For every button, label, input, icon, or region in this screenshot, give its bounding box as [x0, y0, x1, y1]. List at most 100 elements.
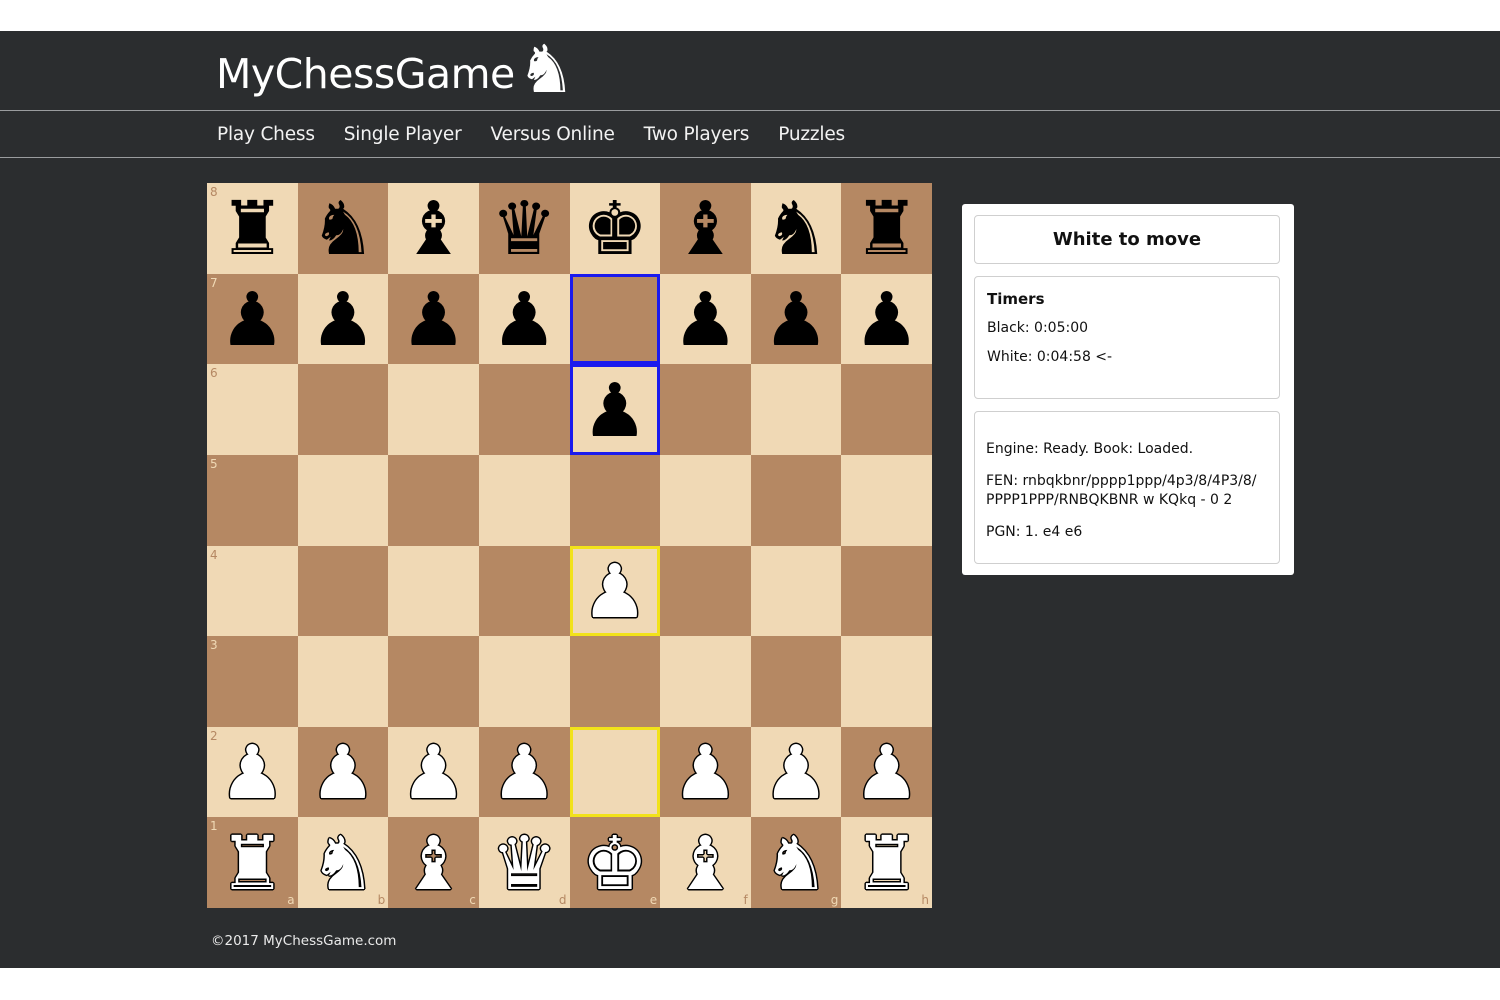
black-pawn-icon[interactable]: ♟ [310, 283, 376, 357]
square-g5[interactable] [750, 454, 842, 546]
square-e6[interactable]: ♟ [569, 364, 661, 455]
black-king-icon[interactable]: ♚ [582, 192, 648, 266]
black-bishop-icon[interactable]: ♝ [400, 192, 466, 266]
white-pawn-icon[interactable]: ♟ [582, 555, 648, 629]
white-bishop-icon[interactable]: ♝ [672, 827, 738, 901]
square-d2[interactable]: ♟ [478, 726, 570, 818]
square-d8[interactable]: ♛ [478, 183, 570, 274]
black-knight-icon[interactable]: ♞ [310, 192, 376, 266]
square-b1[interactable]: b ♞ [297, 817, 389, 908]
square-b8[interactable]: ♞ [297, 183, 389, 274]
square-f3[interactable] [660, 636, 751, 727]
square-f6[interactable] [660, 364, 751, 455]
white-pawn-icon[interactable]: ♟ [310, 736, 376, 810]
white-pawn-icon[interactable]: ♟ [854, 736, 920, 810]
square-b4[interactable] [297, 545, 389, 637]
square-h8[interactable]: ♜ [841, 183, 932, 274]
black-pawn-icon[interactable]: ♟ [582, 374, 648, 448]
square-e3[interactable] [569, 636, 661, 727]
nav-two-players[interactable]: Two Players [644, 124, 750, 145]
white-pawn-icon[interactable]: ♟ [219, 736, 285, 810]
white-queen-icon[interactable]: ♛ [491, 827, 557, 901]
square-f2[interactable]: ♟ [660, 726, 751, 818]
white-knight-icon[interactable]: ♞ [310, 827, 376, 901]
white-bishop-icon[interactable]: ♝ [400, 827, 466, 901]
chess-board[interactable]: 8 ♜ ♞ ♝ ♛ ♚ ♝ ♞ ♜ 7 ♟ ♟ ♟ ♟ ♟ ♟ ♟ 6 ♟ 5 4 ♟ 3 2 ♟ ♟ ♟ ♟ ♟ ♟ ♟ 1 a ♜ b ♞ c ♝ d ♛… [207, 183, 932, 908]
square-a8[interactable]: 8 ♜ [207, 183, 298, 274]
white-pawn-icon[interactable]: ♟ [672, 736, 738, 810]
nav-versus-online[interactable]: Versus Online [491, 124, 615, 145]
square-h3[interactable] [841, 636, 932, 727]
square-b2[interactable]: ♟ [297, 726, 389, 818]
white-king-icon[interactable]: ♚ [582, 827, 648, 901]
square-h2[interactable]: ♟ [841, 726, 932, 818]
nav-puzzles[interactable]: Puzzles [778, 124, 845, 145]
square-g7[interactable]: ♟ [750, 273, 842, 365]
square-a2[interactable]: 2 ♟ [207, 726, 298, 818]
square-h4[interactable] [841, 545, 932, 637]
nav-single-player[interactable]: Single Player [344, 124, 462, 145]
black-rook-icon[interactable]: ♜ [219, 192, 285, 266]
black-pawn-icon[interactable]: ♟ [763, 283, 829, 357]
square-h5[interactable] [841, 454, 932, 546]
square-g2[interactable]: ♟ [750, 726, 842, 818]
square-c6[interactable] [388, 364, 479, 455]
square-d5[interactable] [478, 454, 570, 546]
square-h1[interactable]: h ♜ [841, 817, 932, 908]
black-pawn-icon[interactable]: ♟ [219, 283, 285, 357]
square-e5[interactable] [569, 454, 661, 546]
square-a3[interactable]: 3 [207, 636, 298, 727]
square-h6[interactable] [841, 364, 932, 455]
square-b6[interactable] [297, 364, 389, 455]
square-d7[interactable]: ♟ [478, 273, 570, 365]
square-g8[interactable]: ♞ [750, 183, 842, 274]
square-d4[interactable] [478, 545, 570, 637]
white-rook-icon[interactable]: ♜ [854, 827, 920, 901]
black-knight-icon[interactable]: ♞ [763, 192, 829, 266]
square-c1[interactable]: c ♝ [388, 817, 479, 908]
square-g4[interactable] [750, 545, 842, 637]
black-bishop-icon[interactable]: ♝ [672, 192, 738, 266]
square-c3[interactable] [388, 636, 479, 727]
white-rook-icon[interactable]: ♜ [219, 827, 285, 901]
site-logo[interactable]: MyChessGame ♞ [216, 37, 576, 109]
square-f4[interactable] [660, 545, 751, 637]
square-f7[interactable]: ♟ [660, 273, 751, 365]
square-d3[interactable] [478, 636, 570, 727]
square-a1[interactable]: 1 a ♜ [207, 817, 298, 908]
white-pawn-icon[interactable]: ♟ [763, 736, 829, 810]
square-a4[interactable]: 4 [207, 545, 298, 637]
white-pawn-icon[interactable]: ♟ [400, 736, 466, 810]
square-c2[interactable]: ♟ [388, 726, 479, 818]
square-f8[interactable]: ♝ [660, 183, 751, 274]
black-pawn-icon[interactable]: ♟ [400, 283, 466, 357]
white-pawn-icon[interactable]: ♟ [491, 736, 557, 810]
square-b5[interactable] [297, 454, 389, 546]
square-d6[interactable] [478, 364, 570, 455]
square-e1[interactable]: e ♚ [569, 817, 661, 908]
square-e8[interactable]: ♚ [569, 183, 661, 274]
square-c8[interactable]: ♝ [388, 183, 479, 274]
square-a5[interactable]: 5 [207, 454, 298, 546]
square-b7[interactable]: ♟ [297, 273, 389, 365]
square-f5[interactable] [660, 454, 751, 546]
square-g3[interactable] [750, 636, 842, 727]
square-h7[interactable]: ♟ [841, 273, 932, 365]
square-e2[interactable] [569, 726, 661, 818]
square-e7[interactable] [569, 273, 661, 365]
square-a6[interactable]: 6 [207, 364, 298, 455]
square-b3[interactable] [297, 636, 389, 727]
black-pawn-icon[interactable]: ♟ [491, 283, 557, 357]
square-f1[interactable]: f ♝ [660, 817, 751, 908]
square-e4[interactable]: ♟ [569, 545, 661, 637]
black-rook-icon[interactable]: ♜ [854, 192, 920, 266]
square-g6[interactable] [750, 364, 842, 455]
black-pawn-icon[interactable]: ♟ [854, 283, 920, 357]
black-queen-icon[interactable]: ♛ [491, 192, 557, 266]
black-pawn-icon[interactable]: ♟ [672, 283, 738, 357]
square-c7[interactable]: ♟ [388, 273, 479, 365]
square-g1[interactable]: g ♞ [750, 817, 842, 908]
square-a7[interactable]: 7 ♟ [207, 273, 298, 365]
square-c5[interactable] [388, 454, 479, 546]
square-d1[interactable]: d ♛ [478, 817, 570, 908]
